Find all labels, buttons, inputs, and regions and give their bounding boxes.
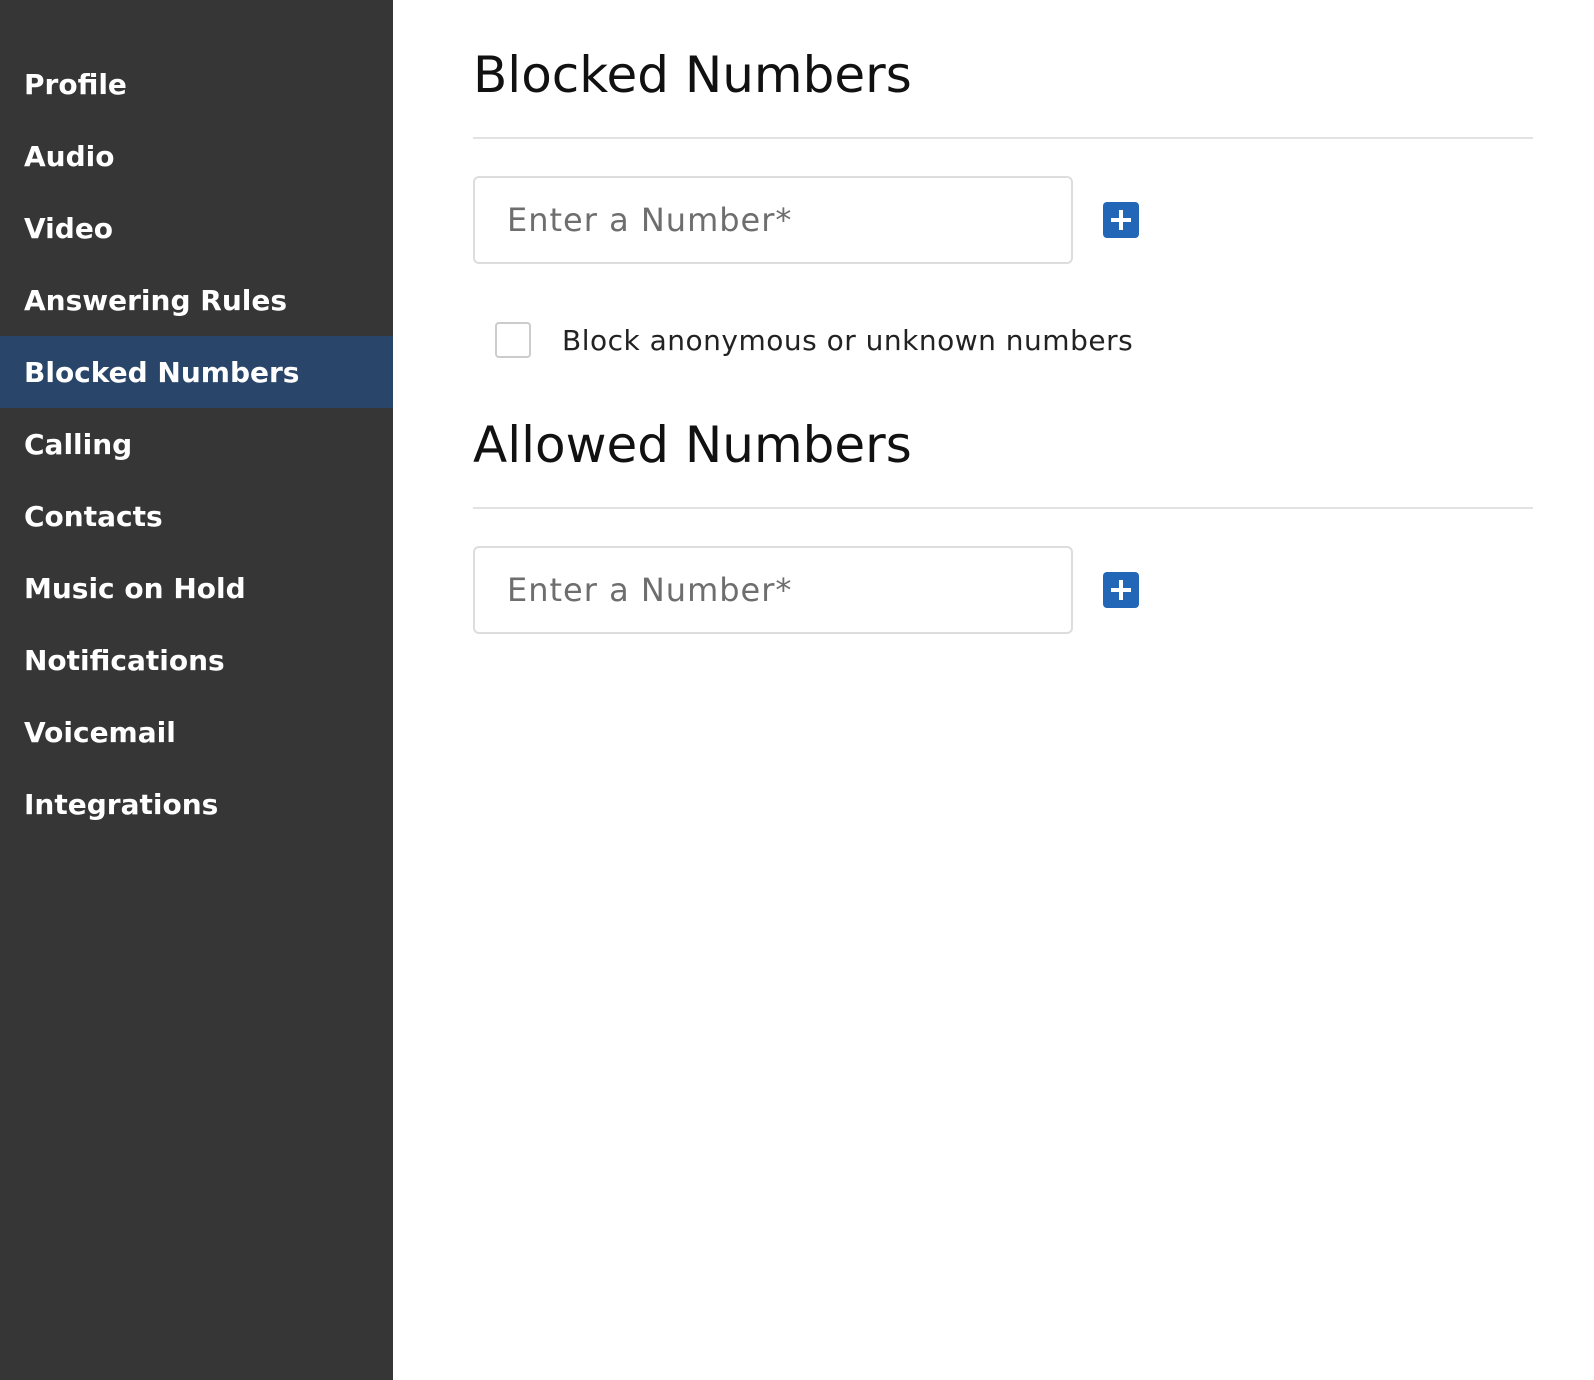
sidebar-item-notifications[interactable]: Notifications bbox=[0, 624, 393, 696]
sidebar-item-label: Calling bbox=[24, 427, 133, 461]
sidebar-item-label: Video bbox=[24, 211, 114, 245]
sidebar-item-music-on-hold[interactable]: Music on Hold bbox=[0, 552, 393, 624]
blocked-numbers-title: Blocked Numbers bbox=[473, 46, 912, 104]
divider bbox=[473, 507, 1533, 509]
app-root: Profile Audio Video Answering Rules Bloc… bbox=[0, 0, 1594, 1380]
add-allowed-number-button[interactable] bbox=[1103, 572, 1139, 608]
sidebar-item-label: Audio bbox=[24, 139, 115, 173]
sidebar-item-label: Music on Hold bbox=[24, 571, 246, 605]
sidebar-item-profile[interactable]: Profile bbox=[0, 48, 393, 120]
sidebar-item-label: Answering Rules bbox=[24, 283, 288, 317]
sidebar-item-contacts[interactable]: Contacts bbox=[0, 480, 393, 552]
sidebar-item-label: Integrations bbox=[24, 787, 219, 821]
sidebar-item-calling[interactable]: Calling bbox=[0, 408, 393, 480]
sidebar-item-integrations[interactable]: Integrations bbox=[0, 768, 393, 840]
sidebar-item-label: Blocked Numbers bbox=[24, 355, 300, 389]
sidebar-item-blocked-numbers[interactable]: Blocked Numbers bbox=[0, 336, 393, 408]
sidebar-item-audio[interactable]: Audio bbox=[0, 120, 393, 192]
allowed-number-row bbox=[473, 546, 1139, 634]
blocked-number-input[interactable] bbox=[473, 176, 1073, 264]
block-anonymous-row: Block anonymous or unknown numbers bbox=[495, 322, 1133, 358]
sidebar-item-label: Contacts bbox=[24, 499, 163, 533]
sidebar-item-video[interactable]: Video bbox=[0, 192, 393, 264]
add-blocked-number-button[interactable] bbox=[1103, 202, 1139, 238]
sidebar-item-answering-rules[interactable]: Answering Rules bbox=[0, 264, 393, 336]
sidebar-item-label: Profile bbox=[24, 67, 127, 101]
sidebar: Profile Audio Video Answering Rules Bloc… bbox=[0, 0, 393, 1380]
divider bbox=[473, 137, 1533, 139]
allowed-numbers-title: Allowed Numbers bbox=[473, 416, 912, 474]
blocked-number-row bbox=[473, 176, 1139, 264]
sidebar-item-label: Voicemail bbox=[24, 715, 176, 749]
sidebar-item-label: Notifications bbox=[24, 643, 225, 677]
sidebar-item-voicemail[interactable]: Voicemail bbox=[0, 696, 393, 768]
allowed-number-input[interactable] bbox=[473, 546, 1073, 634]
block-anonymous-checkbox[interactable] bbox=[495, 322, 531, 358]
block-anonymous-label[interactable]: Block anonymous or unknown numbers bbox=[562, 324, 1133, 357]
plus-icon bbox=[1111, 210, 1131, 230]
plus-icon bbox=[1111, 580, 1131, 600]
